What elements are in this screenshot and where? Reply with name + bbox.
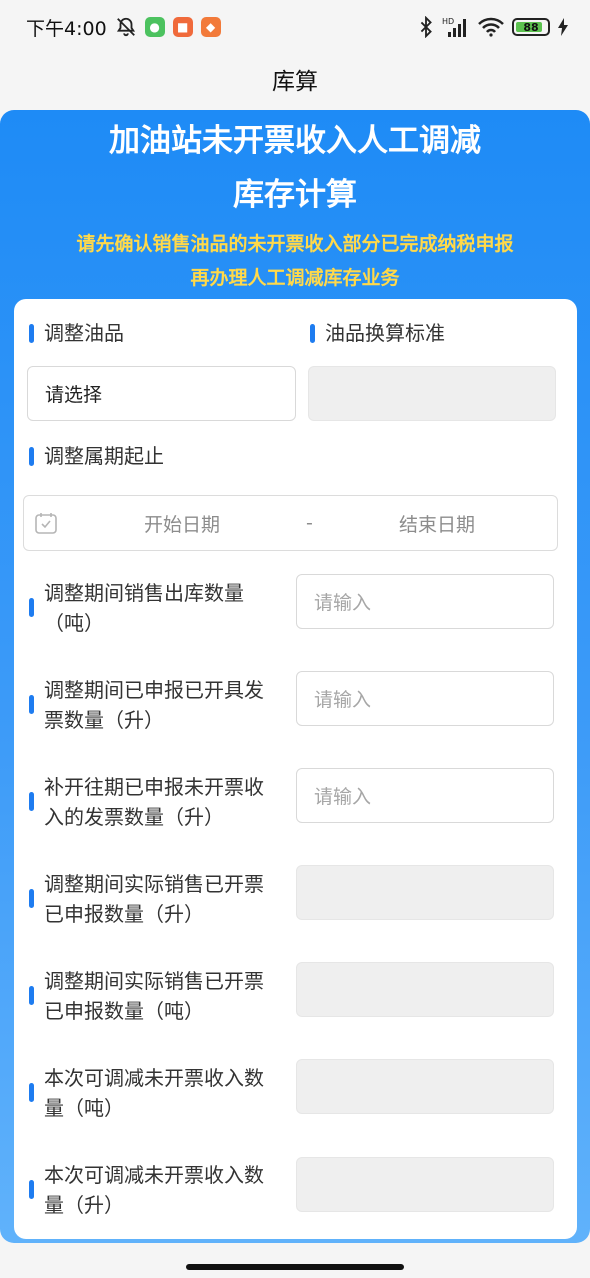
status-left: 下午4:00 ● ■ ◆ (26, 14, 221, 41)
charging-icon (558, 18, 568, 36)
oil-label-text: 调整油品 (44, 321, 124, 345)
battery-icon: 88 (512, 18, 550, 36)
field-label-3: 调整期间实际销售已开票 已申报数量（升） (29, 869, 264, 929)
oil-select-value: 请选择 (45, 384, 103, 406)
label-accent-bar (29, 324, 34, 343)
status-right: HD 88 (418, 16, 568, 38)
conversion-label-text: 油品换算标准 (325, 321, 445, 345)
reducible-liters-field (296, 1157, 554, 1212)
bluetooth-icon (420, 16, 432, 38)
calendar-icon (35, 513, 57, 534)
field-label-text: 调整期间销售出库数量 （吨） (44, 581, 244, 635)
nav-bar: 库算 (0, 54, 590, 104)
page-title: 库算 (272, 69, 318, 95)
status-time: 下午4:00 (26, 17, 107, 40)
actual-sales-tons-field (296, 962, 554, 1017)
status-bar: 下午4:00 ● ■ ◆ HD 88 (0, 0, 590, 54)
actual-sales-liters-field (296, 865, 554, 920)
field-label-5: 本次可调减未开票收入数 量（吨） (29, 1063, 264, 1123)
hero-notice-line2: 再办理人工调减库存业务 (190, 267, 400, 289)
supplementary-invoice-liters-input[interactable]: 请输入 (296, 768, 554, 823)
label-accent-bar (29, 598, 34, 617)
label-accent-bar (29, 695, 34, 714)
hero-title-line2: 库存计算 (233, 177, 357, 213)
label-accent-bar (310, 324, 315, 343)
label-accent-bar (29, 1180, 34, 1199)
hd-label: HD (442, 17, 454, 26)
app-icon: ■ (172, 17, 193, 37)
input-placeholder: 请输入 (314, 592, 372, 614)
label-accent-bar (29, 447, 34, 466)
home-indicator[interactable] (186, 1264, 404, 1270)
field-label-text: 调整期间已申报已开具发 票数量（升） (44, 678, 264, 732)
signal-icon: HD (442, 17, 466, 37)
oil-select[interactable]: 请选择 (27, 366, 296, 421)
date-end[interactable]: 结束日期 (399, 510, 475, 537)
mute-bell-icon (116, 17, 135, 37)
period-label-text: 调整属期起止 (44, 444, 164, 468)
field-label-0: 调整期间销售出库数量 （吨） (29, 578, 244, 638)
field-label-text: 补开往期已申报未开票收 入的发票数量（升） (44, 775, 264, 829)
label-accent-bar (29, 792, 34, 811)
input-placeholder: 请输入 (314, 689, 372, 711)
field-label-1: 调整期间已申报已开具发 票数量（升） (29, 675, 264, 735)
label-accent-bar (29, 889, 34, 908)
wechat-icon: ● (144, 17, 165, 37)
declared-invoiced-liters-input[interactable]: 请输入 (296, 671, 554, 726)
field-label-6: 本次可调减未开票收入数 量（升） (29, 1160, 264, 1220)
hero-title-line1: 加油站未开票收入人工调减 (109, 123, 481, 159)
field-label-4: 调整期间实际销售已开票 已申报数量（吨） (29, 966, 264, 1026)
field-label-text: 本次可调减未开票收入数 量（升） (44, 1163, 264, 1217)
input-placeholder: 请输入 (314, 786, 372, 808)
conversion-label: 油品换算标准 (310, 318, 445, 348)
field-label-2: 补开往期已申报未开票收 入的发票数量（升） (29, 772, 264, 832)
wifi-icon (478, 17, 504, 37)
field-label-text: 调整期间实际销售已开票 已申报数量（吨） (44, 969, 264, 1023)
reducible-tons-field (296, 1059, 554, 1114)
battery-text: 88 (523, 20, 539, 34)
oil-label: 调整油品 (29, 318, 124, 348)
date-start[interactable]: 开始日期 (144, 510, 220, 537)
label-accent-bar (29, 986, 34, 1005)
period-label: 调整属期起止 (29, 441, 164, 471)
sales-outbound-tons-input[interactable]: 请输入 (296, 574, 554, 629)
date-separator: - (306, 512, 313, 534)
taobao-icon: ◆ (200, 17, 221, 37)
label-accent-bar (29, 1083, 34, 1102)
field-label-text: 本次可调减未开票收入数 量（吨） (44, 1066, 264, 1120)
hero-notice-line1: 请先确认销售油品的未开票收入部分已完成纳税申报 (76, 233, 514, 255)
conversion-field (308, 366, 556, 421)
field-label-text: 调整期间实际销售已开票 已申报数量（升） (44, 872, 264, 926)
date-range-picker[interactable]: 开始日期 - 结束日期 (23, 495, 558, 551)
